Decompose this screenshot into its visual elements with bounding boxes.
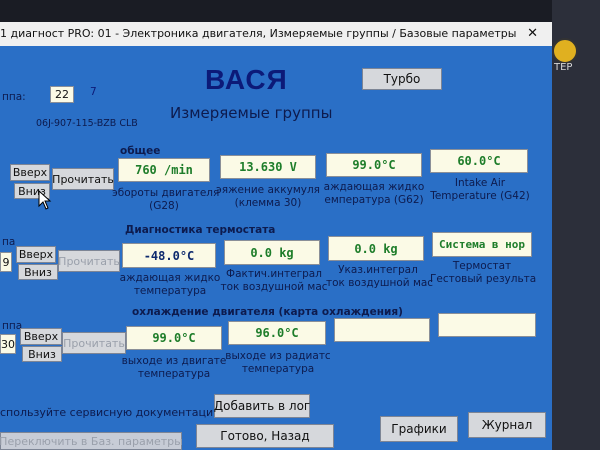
group-2-field-3-value: 0.0 kg <box>328 236 424 261</box>
group-3-up-button[interactable]: Вверх <box>20 328 62 345</box>
group-1-field-1-label: эбороты двигателя (G28) <box>112 187 220 213</box>
group-3-field-3-value <box>334 318 430 342</box>
add-to-log-button[interactable]: Добавить в лог <box>214 394 310 418</box>
group-3-read-button[interactable]: Прочитать <box>62 332 126 354</box>
group-1-field-2-label-line2: (клемма 30) <box>234 197 302 209</box>
group-1-field-3-value: 99.0°C <box>326 153 422 177</box>
done-back-button[interactable]: Готово, Назад <box>196 424 334 448</box>
group-2-field-2-label-line1: Фактич.интеграл <box>226 268 322 280</box>
group-1-field-3-label-line1: аждающая жидко <box>323 181 425 193</box>
group-2-field-3-label-line2: ток воздушной мас <box>326 277 434 289</box>
group-2-field-1-label-line2: температура <box>133 285 207 297</box>
group-1-field-1-label-line2: (G28) <box>149 200 179 212</box>
group-2-edge-label: па <box>2 236 16 248</box>
group-label: ппа: <box>2 91 26 103</box>
group-2-up-button[interactable]: Вверх <box>16 246 56 263</box>
group-2-field-4-label-line1: Термостат <box>452 260 512 272</box>
group-2-field-4-label: Термостат Гестовый результа <box>430 260 537 286</box>
group-1-field-4-value: 60.0°C <box>430 149 528 173</box>
group-2-read-button[interactable]: Прочитать <box>58 250 120 272</box>
group-1-field-3-label-line2: емпература (G62) <box>324 194 424 206</box>
desktop-icon-label: ТЕР <box>554 62 573 73</box>
group-2-field-3-label: Указ.интеграл ток воздушной мас <box>326 264 434 290</box>
group-3-field-2-label-line1: выходе из радиатс <box>225 350 331 362</box>
group-1-field-2-label-line1: эяжение аккумуля <box>216 184 320 196</box>
group-2-number-input[interactable]: 9 <box>0 252 12 272</box>
group-2-field-2-value: 0.0 kg <box>224 240 320 265</box>
window-title: 1 диагност PRO: 01 - Электроника двигате… <box>0 27 517 40</box>
close-icon[interactable]: ✕ <box>527 22 538 46</box>
group-3-field-2-label: выходе из радиатс температура <box>224 350 332 376</box>
group-number-input[interactable]: 22 <box>50 86 74 103</box>
page-title: Измеряемые группы <box>170 104 333 122</box>
group-3-number-input[interactable]: 30 <box>0 334 16 354</box>
group-1-field-2-label: эяжение аккумуля (клемма 30) <box>216 184 320 210</box>
group-1-up-button[interactable]: Вверх <box>10 164 50 181</box>
group-1-field-4-label-line2: Temperature (G42) <box>430 190 530 202</box>
group-2-field-1-label-line1: аждающая жидко <box>119 272 221 284</box>
desktop-app-icon[interactable] <box>552 38 578 64</box>
group-3-field-1-label-line2: температура <box>137 368 211 380</box>
group-2-down-button[interactable]: Вниз <box>18 264 58 280</box>
group-3-field-2-label-line2: температура <box>241 363 315 375</box>
group-1-read-button[interactable]: Прочитать <box>52 168 114 190</box>
group-1-field-4-label-line1: Intake Air <box>454 177 506 189</box>
group-2-field-1-value: -48.0°C <box>122 243 216 268</box>
group-3-field-1-value: 99.0°C <box>126 326 222 350</box>
group-2-field-4-label-line2: Гестовый результа <box>430 273 537 285</box>
group-3-field-4-value <box>438 313 536 337</box>
part-number: 06J-907-115-BZB CLB <box>36 118 138 129</box>
group-3-down-button[interactable]: Вниз <box>22 346 62 362</box>
group-3-title: охлаждение двигателя (карта охлаждения) <box>132 306 403 318</box>
mouse-cursor-icon <box>38 190 52 210</box>
service-doc-hint: спользуйте сервисную документацию! <box>0 406 227 419</box>
group-1-title: общее <box>120 145 161 157</box>
group-2-field-1-label: аждающая жидко температура <box>116 272 224 298</box>
group-marker: 7 <box>90 86 97 98</box>
title-bar: 1 диагност PRO: 01 - Электроника двигате… <box>0 22 552 46</box>
turbo-button[interactable]: Турбо <box>362 68 442 90</box>
group-3-field-2-value: 96.0°C <box>228 321 326 345</box>
graphs-button[interactable]: Графики <box>380 416 458 442</box>
group-3-field-1-label-line1: выходе из двигате <box>121 355 227 367</box>
group-1-field-4-label: Intake Air Temperature (G42) <box>428 177 532 203</box>
group-1-field-1-value: 760 /min <box>118 158 210 182</box>
app-brand-logo: ВАСЯ <box>205 64 288 95</box>
group-1-field-1-label-line1: эбороты двигателя <box>112 187 220 199</box>
group-1-field-2-value: 13.630 V <box>220 155 316 179</box>
group-2-field-2-label-line2: ток воздушной мас <box>220 281 328 293</box>
journal-button[interactable]: Журнал <box>468 412 546 438</box>
group-2-field-3-label-line1: Указ.интеграл <box>338 264 418 276</box>
group-2-field-2-label: Фактич.интеграл ток воздушной мас <box>220 268 328 294</box>
switch-basic-params-button[interactable]: Переключить в Баз. параметры <box>0 432 183 450</box>
group-2-field-4-value: Система в нор <box>432 232 532 257</box>
group-3-field-1-label: выходе из двигате температура <box>120 355 228 381</box>
group-2-title: Диагностика термостата <box>125 224 276 236</box>
group-1-field-3-label: аждающая жидко емпература (G62) <box>322 181 426 207</box>
